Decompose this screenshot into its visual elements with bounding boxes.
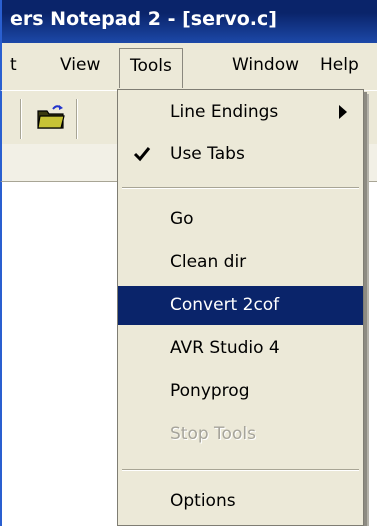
tools-menu: Line Endings Use Tabs Go Clean dir Conve… (117, 89, 364, 526)
menu-item-use-tabs[interactable]: Use Tabs (118, 135, 363, 174)
folder-icon[interactable] (36, 103, 66, 131)
menu-item-label: Clean dir (170, 252, 247, 272)
menu-separator (122, 469, 359, 471)
menu-item-line-endings[interactable]: Line Endings (118, 93, 363, 132)
menu-item-options[interactable]: Options (118, 482, 363, 521)
menu-item-clean-dir[interactable]: Clean dir (118, 243, 363, 282)
menu-item-go[interactable]: Go (118, 200, 363, 239)
check-icon (133, 147, 151, 162)
menu-item-help[interactable]: Help (320, 55, 359, 75)
menu-bar: t View Tools Window Help (0, 43, 377, 90)
toolbar-separator (20, 99, 22, 139)
toolbar-separator (76, 99, 78, 139)
title-bar: ers Notepad 2 - [servo.c] (0, 0, 377, 43)
menu-item-label: Ponyprog (170, 381, 250, 401)
menu-item-avr-studio-4[interactable]: AVR Studio 4 (118, 329, 363, 368)
menu-item-label: Line Endings (170, 102, 279, 122)
submenu-arrow-icon (339, 105, 347, 119)
menu-item-window[interactable]: Window (232, 55, 299, 75)
menu-item-label: Go (170, 209, 194, 229)
menu-item-label: Use Tabs (170, 144, 245, 164)
menu-item-label: Convert 2cof (170, 295, 280, 315)
window-title: ers Notepad 2 - [servo.c] (10, 8, 277, 30)
menu-item-tools[interactable]: Tools (119, 48, 183, 88)
menu-item-label: Options (170, 491, 236, 511)
menu-item-label: Stop Tools (170, 424, 256, 444)
menu-separator (122, 187, 359, 189)
menu-item-label: AVR Studio 4 (170, 338, 280, 358)
menu-item-stop-tools: Stop Tools (118, 415, 363, 454)
menu-item-convert-2cof[interactable]: Convert 2cof (118, 286, 363, 325)
menu-item-view[interactable]: View (60, 55, 100, 75)
window-edge (0, 182, 2, 526)
menu-item-edit[interactable]: t (10, 55, 17, 75)
menu-item-ponyprog[interactable]: Ponyprog (118, 372, 363, 411)
